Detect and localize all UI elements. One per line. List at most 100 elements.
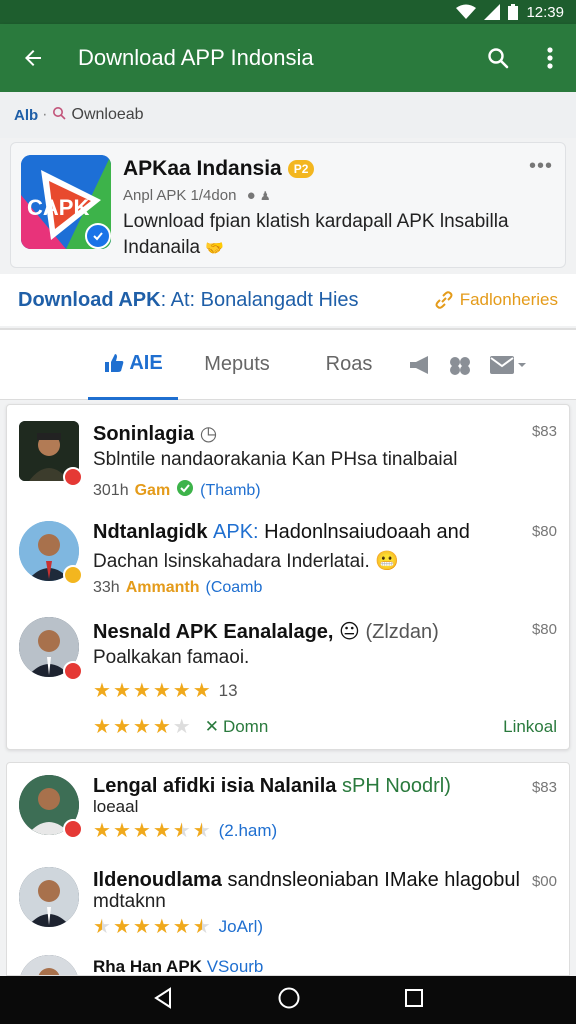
verified-icon (85, 223, 111, 249)
list-item[interactable]: Ildenoudlama sandnsleoniaban IMake hlago… (7, 867, 569, 947)
download-side-link[interactable]: Fadlonheries (434, 290, 558, 310)
comment-body: loeaal (93, 797, 139, 816)
clock-icon: ◷ (199, 423, 218, 445)
comments-card-second: Lengal afidki isia Nalanila sPH Noodrl) … (6, 762, 570, 976)
wifi-icon (456, 4, 477, 20)
star-empty-icon: ★ (172, 716, 191, 738)
smile-icon: 😐 (339, 621, 360, 643)
comment-body: Dachan lsinskahadara Inderlatai. 😬 (93, 551, 399, 572)
star-icon: ★ (112, 716, 131, 738)
link-icon (435, 291, 453, 309)
comment-body: Sblntile nandaorakania Kan PHsa tinalbai… (93, 449, 458, 470)
mail-icon (490, 355, 526, 374)
thumbs-up-icon (105, 354, 124, 372)
comments-card: Soninlagia ◷ Sblntile nandaorakania Kan … (6, 404, 570, 750)
star-icon: ★ (132, 680, 151, 702)
star-icon: ★ (192, 680, 211, 702)
app-name: APKaa Indansia P2 (123, 157, 315, 181)
nav-recents-button[interactable] (404, 988, 424, 1013)
search-small-icon (52, 106, 66, 125)
signal-icon (484, 4, 501, 20)
download-apk-link[interactable]: Download APK: At: Bonalangadt Hies (18, 289, 359, 312)
link-button[interactable]: Linkoal (503, 717, 557, 737)
comment-title: Ndtanlagidk APK: Hadonlnsaiudoaah and (93, 521, 470, 543)
avatar (19, 955, 79, 975)
status-bar: 12:39 (0, 0, 576, 24)
tab-meputs[interactable]: Meputs (178, 330, 296, 400)
comment-price: $80 (531, 523, 557, 540)
app-subtitle: Anpl APK 1/4don ● ♟ (123, 187, 271, 204)
status-time: 12:39 (526, 3, 564, 21)
back-button[interactable] (0, 46, 66, 70)
comment-link[interactable]: (Coamb (205, 579, 262, 597)
avatar (19, 867, 79, 927)
rating-link[interactable]: JoArl) (219, 917, 263, 937)
star-icon: ★ (132, 820, 151, 842)
person-icon: ♟ (259, 189, 271, 203)
comment-price: $80 (531, 621, 557, 638)
breadcrumb-separator: · (42, 106, 48, 123)
star-icon: ★ (172, 916, 191, 938)
back-arrow-icon (25, 50, 41, 66)
close-x-icon: ✕ (204, 717, 219, 736)
star-icon: ★ (93, 820, 111, 842)
nav-back-button[interactable] (152, 986, 174, 1014)
comment-meta: 33h Ammanth (Coamb (93, 579, 263, 597)
star-half-icon: ★ (192, 916, 211, 938)
comment-title: Nesnald APK Eanalalage, 😐 (Zlzdan) (93, 621, 439, 643)
app-bar: Download APP Indonsia (0, 24, 576, 92)
star-icon: ★ (132, 916, 151, 938)
rating-link[interactable]: (2.ham) (219, 821, 278, 841)
rating-stars: ★ ★ ★ ★ ★ ★ (2.ham) (93, 821, 277, 841)
down-button[interactable]: ✕ Domn (205, 717, 269, 737)
list-item[interactable]: Rha Han APK VSourb (7, 955, 569, 975)
tab-mail[interactable] (480, 330, 536, 400)
star-icon: ★ (152, 916, 171, 938)
tab-games[interactable] (440, 330, 480, 400)
tab-bar: AIE Meputs Roas (0, 330, 576, 400)
download-row: Download APK: At: Bonalangadt Hies Fadlo… (0, 274, 576, 326)
comment-link[interactable]: (Thamb) (200, 482, 260, 500)
rating-stars: ★ ★ ★ ★ ★ ★ 13 (93, 681, 238, 701)
star-icon: ★ (93, 680, 111, 702)
rating-count: 13 (218, 681, 238, 700)
app-card[interactable]: CAPK APKaa Indansia P2 Anpl APK 1/4don ●… (10, 142, 566, 268)
overflow-menu-button[interactable] (524, 47, 576, 69)
comment-body: mdtaknn (93, 891, 166, 912)
star-half-icon: ★ (192, 820, 211, 842)
emoji-icon: 😬 (375, 551, 399, 572)
tab-aie[interactable]: AIE (88, 330, 178, 400)
search-icon (488, 48, 509, 69)
tab-notifications[interactable] (402, 330, 440, 400)
rating-stars: ★ ★ ★ ★ ★ ✕ Domn (93, 717, 268, 737)
star-icon: ★ (172, 680, 191, 702)
status-dot (63, 467, 83, 487)
nav-home-button[interactable] (277, 986, 301, 1015)
tab-roas[interactable]: Roas (296, 330, 402, 400)
star-icon: ★ (112, 680, 131, 702)
app-more-button[interactable]: ••• (529, 155, 553, 178)
comment-price: $00 (531, 873, 557, 890)
star-half-icon: ★ (93, 916, 111, 938)
list-item[interactable]: Lengal afidki isia Nalanila sPH Noodrl) … (7, 775, 569, 855)
gamepad-icon: ● (246, 187, 256, 204)
home-circle-icon (278, 987, 300, 1008)
search-button[interactable] (472, 46, 524, 70)
list-item[interactable]: Ndtanlagidk APK: Hadonlnsaiudoaah and Da… (7, 519, 569, 609)
handshake-icon: 🤝 (205, 240, 225, 257)
star-icon: ★ (93, 716, 111, 738)
system-nav-bar (0, 976, 576, 1024)
breadcrumb-root[interactable]: Alb (14, 107, 38, 124)
gamepad-tab-icon (450, 356, 470, 375)
comment-body: Poalkakan famaoi. (93, 647, 250, 668)
more-vert-icon (547, 47, 553, 69)
status-dot (63, 819, 83, 839)
status-dot (63, 661, 83, 681)
star-icon: ★ (132, 716, 151, 738)
app-logo: CAPK (21, 155, 111, 249)
breadcrumb-current[interactable]: Ownloeab (72, 106, 144, 124)
list-item[interactable]: Nesnald APK Eanalalage, 😐 (Zlzdan) Poalk… (7, 617, 569, 747)
star-icon: ★ (112, 916, 131, 938)
svg-text:CAPK: CAPK (27, 195, 89, 220)
list-item[interactable]: Soninlagia ◷ Sblntile nandaorakania Kan … (7, 419, 569, 509)
